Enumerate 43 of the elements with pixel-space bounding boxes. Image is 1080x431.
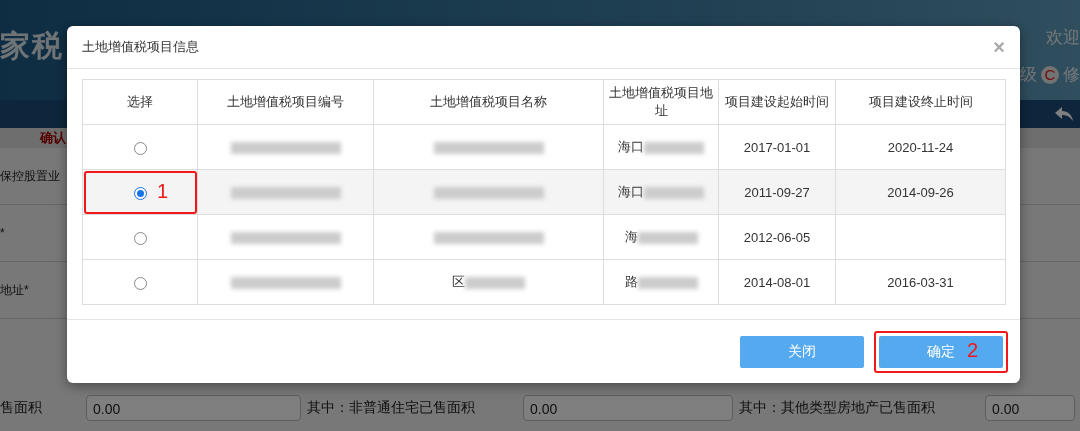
radio-button[interactable]: [133, 141, 147, 155]
table-cell-text: 路: [624, 274, 638, 289]
form-label: 保控股置业: [0, 167, 60, 185]
table-cell-text: 2020-11-24: [887, 139, 954, 155]
dialog-button[interactable]: 关闭: [740, 336, 864, 368]
table-cell-text: 海口: [618, 139, 644, 154]
annotation-number: 1: [157, 180, 169, 203]
form-label: 其中：非普通住宅已售面积: [307, 399, 476, 417]
table-cell-text: 2014-09-26: [887, 184, 954, 200]
form-label: *: [0, 226, 5, 240]
table-cell-text: 2014-08-01: [743, 274, 811, 290]
column-header: 土地增值税项目名称: [430, 94, 547, 109]
confirm-label: 确认: [40, 130, 66, 145]
header-link[interactable]: 修: [1063, 63, 1080, 86]
annotation-number: 2: [966, 339, 978, 362]
column-header: 土地增值税项目编号: [227, 94, 344, 109]
form-label: 地址*: [0, 281, 29, 299]
table-cell-text: 海: [624, 229, 638, 244]
column-header: 土地增值税项目地址: [609, 85, 713, 118]
table-cell-text: 2012-06-05: [743, 229, 811, 245]
level-badge: C: [1041, 65, 1059, 84]
form-label: 售面积: [0, 399, 43, 417]
column-header: 项目建设终止时间: [868, 94, 973, 109]
radio-button[interactable]: [133, 231, 147, 245]
table-cell-text: 海口: [618, 184, 644, 199]
table-cell-text: 2017-01-01: [743, 139, 811, 155]
radio-button[interactable]: [133, 186, 147, 200]
column-header: 项目建设起始时间: [725, 94, 829, 109]
table-cell-text: 2011-09-27: [744, 184, 810, 200]
table-cell-text: 2016-03-31: [887, 274, 954, 290]
dialog-title: 土地增值税项目信息: [82, 38, 199, 56]
site-title: 家税: [0, 28, 64, 62]
form-label: 其中：其他类型房地产已售面积: [739, 399, 936, 417]
input-field[interactable]: 0.00: [86, 395, 301, 421]
input-field[interactable]: 0.00: [985, 395, 1075, 421]
table-cell-text: 区: [452, 274, 465, 289]
radio-button[interactable]: [133, 276, 147, 290]
input-field[interactable]: 0.00: [523, 395, 733, 421]
close-icon[interactable]: ×: [993, 35, 1005, 59]
column-header: 选择: [127, 94, 153, 109]
back-arrow-icon[interactable]: [1054, 106, 1074, 122]
welcome-text: 欢迎: [1046, 27, 1080, 49]
level-label: 级: [1020, 64, 1037, 86]
